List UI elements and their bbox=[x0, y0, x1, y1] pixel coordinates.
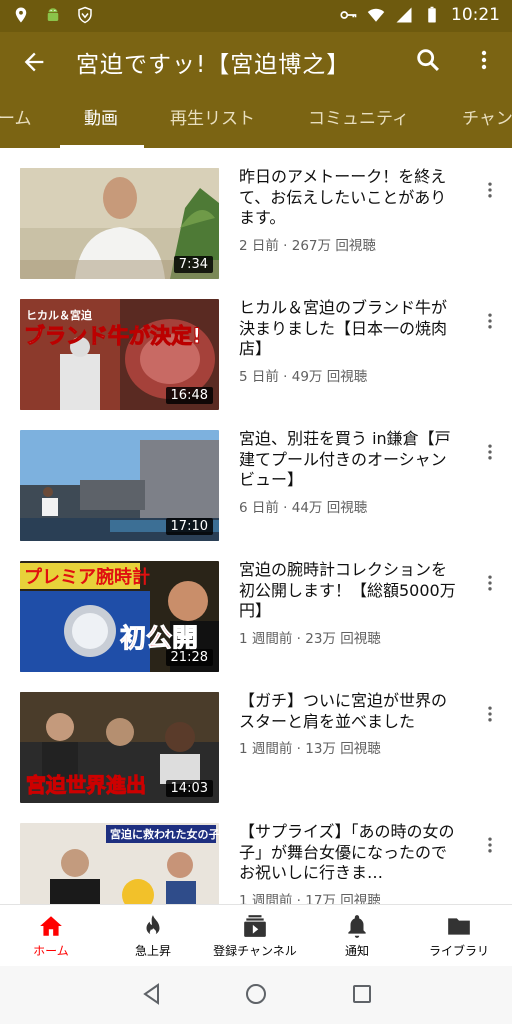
back-triangle-icon[interactable] bbox=[140, 982, 164, 1006]
nav-trending[interactable]: 急上昇 bbox=[102, 905, 204, 967]
home-circle-icon[interactable] bbox=[244, 982, 268, 1006]
video-more-icon[interactable] bbox=[480, 308, 500, 334]
tab-videos[interactable]: 動画 bbox=[84, 90, 118, 148]
video-title[interactable]: 昨日のアメトーーク！を終えて、お伝えしたいことがあります。 bbox=[239, 167, 457, 229]
video-thumbnail[interactable]: ヒカル＆宮迫 ブランド牛が決定! 16:48 bbox=[20, 299, 219, 410]
nav-home[interactable]: ホーム bbox=[0, 905, 102, 967]
back-arrow-icon[interactable] bbox=[20, 48, 48, 76]
video-thumbnail[interactable]: プレミア腕時計 初公開 21:28 bbox=[20, 561, 219, 672]
thumb-overlay-text: ブランド牛が決定! bbox=[24, 324, 202, 348]
video-title[interactable]: 宮迫、別荘を買う in鎌倉【戸建てプール付きのオーシャンビュー】 bbox=[239, 429, 457, 491]
folder-icon bbox=[448, 918, 470, 935]
signal-icon bbox=[396, 7, 412, 23]
thumb-overlay-text: 宮迫世界進出 bbox=[26, 773, 146, 797]
nav-label: 急上昇 bbox=[134, 944, 171, 958]
bottom-navigation: ホーム 急上昇 登録チャンネル 通知 ライブラリ bbox=[0, 904, 512, 967]
thumb-overlay-text: プレミア腕時計 bbox=[24, 566, 150, 588]
bell-icon bbox=[348, 915, 366, 938]
android-icon bbox=[47, 8, 59, 21]
nav-label: ホーム bbox=[33, 944, 69, 958]
video-meta: 1 週間前 · 17万 回視聴 bbox=[239, 893, 381, 904]
video-thumbnail[interactable]: 7:34 bbox=[20, 168, 219, 279]
nav-notifications[interactable]: 通知 bbox=[306, 905, 408, 967]
more-vert-icon[interactable] bbox=[472, 46, 496, 74]
thumb-overlay-text: ヒカル＆宮迫 bbox=[26, 308, 93, 322]
video-list: 7:34 昨日のアメトーーク！を終えて、お伝えしたいことがあります。 2 日前 … bbox=[0, 150, 512, 904]
tab-playlists[interactable]: 再生リスト bbox=[170, 90, 255, 148]
location-icon bbox=[15, 7, 27, 23]
video-duration: 16:48 bbox=[165, 387, 213, 404]
status-time: 10:21 bbox=[451, 5, 500, 25]
app-bar: 宮迫ですッ!【宮迫博之】 bbox=[0, 32, 512, 90]
active-tab-indicator bbox=[60, 145, 144, 148]
nav-subscriptions[interactable]: 登録チャンネル bbox=[204, 905, 306, 967]
video-more-icon[interactable] bbox=[480, 701, 500, 727]
video-meta: 1 週間前 · 23万 回視聴 bbox=[239, 631, 381, 647]
tab-community[interactable]: コミュニティ bbox=[308, 90, 409, 148]
subscriptions-icon bbox=[244, 915, 266, 937]
video-title[interactable]: 【サプライズ】「あの時の女の子」が舞台女優になったのでお祝いしに行きま… bbox=[239, 822, 457, 884]
recents-square-icon[interactable] bbox=[350, 982, 374, 1006]
key-icon bbox=[340, 11, 357, 19]
video-meta: 5 日前 · 49万 回視聴 bbox=[239, 369, 368, 385]
video-item[interactable]: 宮迫世界進出 14:03 【ガチ】ついに宮迫が世界のスターと肩を並べました 1 … bbox=[0, 674, 512, 804]
nav-library[interactable]: ライブラリ bbox=[408, 905, 510, 967]
video-meta: 1 週間前 · 13万 回視聴 bbox=[239, 741, 381, 757]
video-item[interactable]: 宮迫に救われた女の子 【サプライズ】「あの時の女の子」が舞台女優になったのでお祝… bbox=[0, 805, 512, 904]
system-navigation-bar bbox=[0, 966, 512, 1024]
battery-icon bbox=[428, 6, 436, 23]
video-meta: 6 日前 · 44万 回視聴 bbox=[239, 500, 368, 516]
nav-label: ライブラリ bbox=[428, 944, 489, 958]
status-bar: 10:21 bbox=[0, 0, 512, 32]
tab-home[interactable]: ーム bbox=[0, 90, 32, 148]
video-thumbnail[interactable]: 17:10 bbox=[20, 430, 219, 541]
shield-icon bbox=[78, 6, 92, 24]
video-duration: 7:34 bbox=[173, 256, 213, 273]
nav-label: 登録チャンネル bbox=[213, 944, 297, 958]
fire-icon bbox=[146, 915, 160, 936]
video-duration: 17:10 bbox=[165, 518, 213, 535]
video-item[interactable]: プレミア腕時計 初公開 21:28 宮迫の腕時計コレクションを初公開します！【総… bbox=[0, 543, 512, 673]
video-more-icon[interactable] bbox=[480, 570, 500, 596]
video-meta: 2 日前 · 267万 回視聴 bbox=[239, 238, 376, 254]
video-item[interactable]: ヒカル＆宮迫 ブランド牛が決定! 16:48 ヒカル＆宮迫のブランド牛が決まりま… bbox=[0, 281, 512, 411]
video-title[interactable]: ヒカル＆宮迫のブランド牛が決まりました【日本一の焼肉店】 bbox=[239, 298, 457, 360]
channel-title: 宮迫ですッ!【宮迫博之】 bbox=[76, 52, 351, 78]
wifi-icon bbox=[367, 8, 385, 22]
video-item[interactable]: 17:10 宮迫、別荘を買う in鎌倉【戸建てプール付きのオーシャンビュー】 6… bbox=[0, 412, 512, 542]
thumbnail-image: 宮迫に救われた女の子 bbox=[20, 823, 219, 904]
video-duration: 21:28 bbox=[165, 649, 213, 666]
video-title[interactable]: 宮迫の腕時計コレクションを初公開します！【総額5000万円】 bbox=[239, 560, 457, 622]
video-item[interactable]: 7:34 昨日のアメトーーク！を終えて、お伝えしたいことがあります。 2 日前 … bbox=[0, 150, 512, 280]
home-icon bbox=[40, 916, 62, 936]
tab-channels[interactable]: チャン bbox=[462, 90, 512, 148]
video-title[interactable]: 【ガチ】ついに宮迫が世界のスターと肩を並べました bbox=[239, 691, 457, 732]
video-more-icon[interactable] bbox=[480, 832, 500, 858]
video-more-icon[interactable] bbox=[480, 439, 500, 465]
video-thumbnail[interactable]: 宮迫世界進出 14:03 bbox=[20, 692, 219, 803]
thumb-overlay-text: 宮迫に救われた女の子 bbox=[110, 827, 219, 841]
video-thumbnail[interactable]: 宮迫に救われた女の子 bbox=[20, 823, 219, 904]
video-duration: 14:03 bbox=[165, 780, 213, 797]
video-more-icon[interactable] bbox=[480, 177, 500, 203]
channel-tabs: ーム 動画 再生リスト コミュニティ チャン bbox=[0, 90, 512, 148]
search-icon[interactable] bbox=[414, 46, 442, 74]
nav-label: 通知 bbox=[344, 944, 369, 958]
